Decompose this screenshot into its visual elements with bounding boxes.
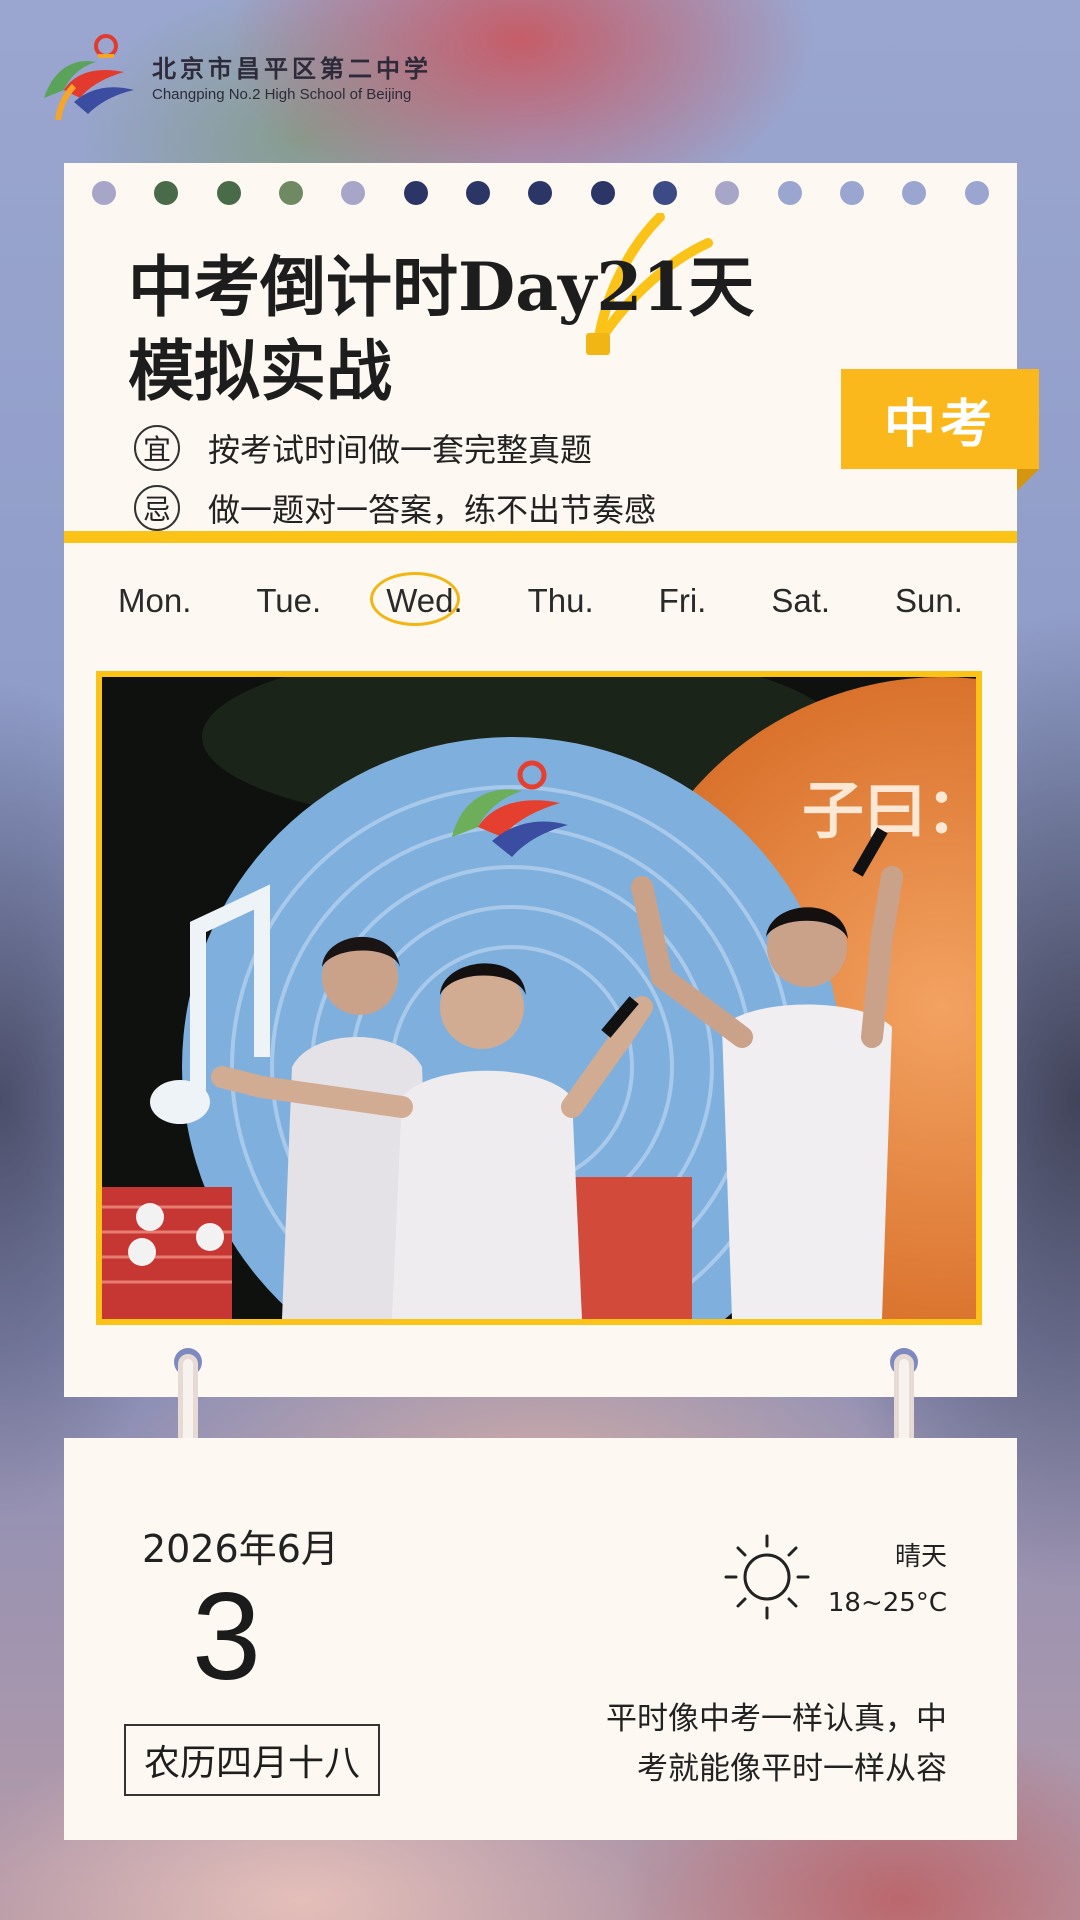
tag-fold-corner: [1017, 469, 1039, 491]
lunar-date: 农历四月十八: [124, 1724, 381, 1796]
day-number: 3: [192, 1568, 261, 1706]
weekday-sun: Sun.: [895, 582, 963, 619]
weather-info: 晴天 18~25°C: [828, 1534, 947, 1626]
school-logo: 北京市昌平区第二中学 Changping No.2 High School of…: [34, 28, 432, 124]
calendar-page-top: 中考倒计时Day21天 模拟实战 中考 宜 按考试时间做一套完整真题 忌 做一题…: [64, 163, 1039, 1397]
weather-temperature: 18~25°C: [827, 1588, 947, 1618]
binding-hole: [777, 181, 802, 205]
binding-hole: [92, 181, 116, 205]
stage-text: 子曰：: [802, 774, 976, 847]
avoid-row: 忌 做一题对一答案，练不出节奏感: [134, 485, 794, 531]
binding-hole: [715, 181, 740, 205]
title-line-2: 模拟实战: [128, 332, 392, 410]
binding-hole: [154, 181, 179, 205]
event-photo: 子曰：: [96, 671, 982, 1325]
stage-performance-image: 子曰：: [102, 677, 976, 1319]
weekday-wed-highlighted: Wed.: [370, 572, 476, 626]
binding-hole: [403, 181, 428, 205]
binding-hole: [528, 181, 553, 205]
binding-hole: [341, 181, 366, 205]
weekday-sat: Sat.: [771, 582, 831, 619]
divider-line: [64, 531, 1017, 543]
school-emblem-icon: [44, 34, 134, 121]
exam-tag: 中考: [841, 369, 1039, 469]
calendar-page-bottom: 2026年6月 3 农历四月十八 晴天 18~25°C 平时像中考一样认真，中 …: [64, 1438, 1017, 1840]
weekday-thu: Thu.: [527, 582, 594, 619]
weekday-mon: Mon.: [118, 582, 192, 619]
binding-hole: [840, 181, 865, 205]
page-title: 中考倒计时Day21天 模拟实战: [128, 245, 754, 413]
weekday-row: Mon. Tue. Wed. Thu. Fri. Sat. Sun.: [104, 572, 977, 626]
motto-quote: 平时像中考一样认真，中 考就能像平时一样从容: [527, 1694, 947, 1794]
binding-hole: [653, 181, 678, 205]
binding-hole: [590, 181, 615, 205]
year-month: 2026年6月: [142, 1527, 339, 1571]
binding-holes: [92, 181, 989, 205]
binding-hole: [279, 181, 304, 205]
quote-line-2: 考就能像平时一样从容: [637, 1751, 947, 1787]
do-text: 按考试时间做一套完整真题: [208, 431, 593, 469]
binding-hole: [466, 181, 491, 205]
do-row: 宜 按考试时间做一套完整真题: [134, 425, 794, 471]
school-name-cn: 北京市昌平区第二中学: [152, 54, 432, 83]
title-line-1: 中考倒计时Day21天: [128, 248, 755, 326]
binding-hole: [216, 181, 241, 205]
sun-icon: [724, 1534, 810, 1620]
weather-condition: 晴天: [894, 1542, 947, 1572]
binding-hole: [902, 181, 927, 205]
do-badge: 宜: [134, 425, 180, 471]
binding-hole: [964, 181, 989, 205]
weekday-fri: Fri.: [658, 582, 707, 619]
school-name-en: Changping No.2 High School of Beijing: [152, 86, 412, 103]
weekday-tue: Tue.: [256, 582, 322, 619]
avoid-badge: 忌: [134, 485, 180, 531]
quote-line-1: 平时像中考一样认真，中: [606, 1701, 947, 1737]
avoid-text: 做一题对一答案，练不出节奏感: [208, 491, 657, 529]
